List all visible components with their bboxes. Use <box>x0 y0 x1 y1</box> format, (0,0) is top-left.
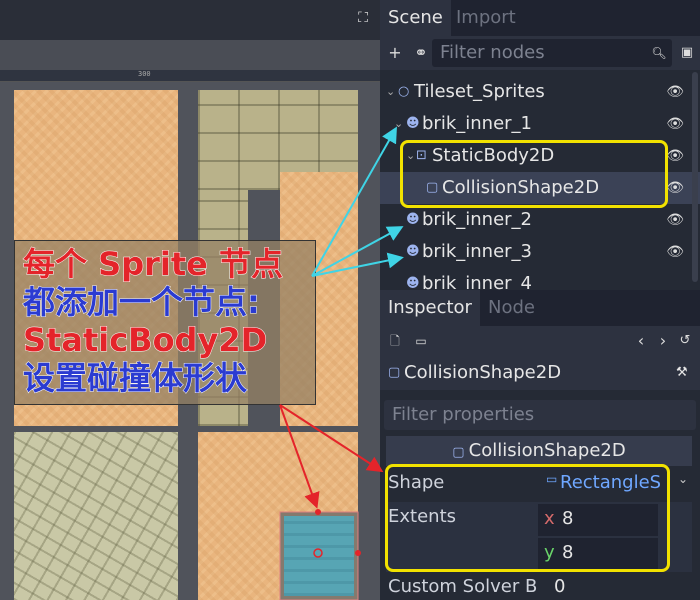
script-icon[interactable]: ▣ <box>676 42 698 64</box>
custom-solver-property: Custom Solver B 0 <box>386 574 692 600</box>
section-title: CollisionShape2D <box>468 440 626 461</box>
highlight-frame-nodes <box>400 140 668 208</box>
inspector-toolbar: 🗋 ▭ ‹ › ↺ <box>380 326 700 356</box>
highlight-frame-props <box>385 464 670 572</box>
horizontal-ruler: 300 <box>0 70 380 82</box>
tab-inspector[interactable]: Inspector <box>380 290 480 326</box>
fullscreen-icon[interactable]: ⛶ <box>355 10 371 26</box>
tree-item-label: brik_inner_4 <box>422 273 532 290</box>
collisionshape-icon: ▢ <box>388 365 401 380</box>
tree-scrollbar[interactable] <box>692 72 698 282</box>
tree-item-brik-inner-4[interactable]: ☻ brik_inner_4 <box>380 268 700 290</box>
annotation-line-1: 每个 Sprite 节点 <box>23 245 284 284</box>
tree-item-brik-inner-2[interactable]: ☻ brik_inner_2 👁︎ <box>380 204 700 236</box>
collisionshape-icon: ▢ <box>452 445 469 460</box>
search-icon: 🔍︎ <box>651 46 667 60</box>
sprite-icon: ☻ <box>406 116 420 131</box>
filter-properties-input[interactable]: Filter properties <box>384 400 696 430</box>
scene-tabs: Scene Import <box>380 0 700 36</box>
visibility-eye-icon[interactable]: 👁︎ <box>666 172 684 204</box>
annotation-line-4: 设置碰撞体形状 <box>22 359 248 398</box>
add-node-icon[interactable]: + <box>384 42 406 64</box>
tab-scene[interactable]: Scene <box>380 0 451 36</box>
viewport-top-bar <box>0 0 380 40</box>
visibility-eye-icon[interactable]: 👁︎ <box>666 236 684 268</box>
annotation-box: 每个 Sprite 节点 都添加一个节点: StaticBody2D 设置碰撞体… <box>14 240 316 405</box>
sprite-icon: ☻ <box>406 244 420 259</box>
tree-item-brik-inner-1[interactable]: ⌄ ☻ brik_inner_1 👁︎ <box>380 108 700 140</box>
tree-item-label: brik_inner_3 <box>422 241 532 262</box>
new-resource-icon[interactable]: 🗋 <box>384 330 406 352</box>
inspector-tabs: Inspector Node <box>380 290 700 326</box>
tree-item-label: Tileset_Sprites <box>414 81 545 102</box>
visibility-eye-icon[interactable]: 👁︎ <box>666 204 684 236</box>
inspector-object-path[interactable]: ▢ CollisionShape2D ⚒ <box>380 356 700 390</box>
visibility-eye-icon[interactable]: 👁︎ <box>666 76 684 108</box>
forward-icon[interactable]: › <box>652 330 674 352</box>
ruler-mark: 300 <box>138 70 151 78</box>
filter-nodes-input[interactable]: Filter nodes <box>432 39 672 67</box>
collapse-icon[interactable]: ⌄ <box>386 76 395 108</box>
tab-import[interactable]: Import <box>448 0 524 36</box>
open-folder-icon[interactable]: ▭ <box>410 330 432 352</box>
section-collisionshape2d[interactable]: ▢ CollisionShape2D <box>386 436 692 466</box>
dropdown-icon[interactable]: ⌄ <box>678 472 688 486</box>
tab-node[interactable]: Node <box>480 290 543 326</box>
node2d-icon: ○ <box>398 84 410 99</box>
water-tile <box>280 512 358 600</box>
annotation-line-3: StaticBody2D <box>22 321 268 360</box>
custom-solver-value[interactable]: 0 <box>554 576 565 597</box>
tree-item-brik-inner-3[interactable]: ☻ brik_inner_3 👁︎ <box>380 236 700 268</box>
pave-tile <box>14 432 178 600</box>
visibility-eye-icon[interactable]: 👁︎ <box>666 140 684 172</box>
scene-toolbar: + ⚭ Filter nodes 🔍︎ ▣ <box>380 36 700 70</box>
custom-solver-label: Custom Solver B <box>388 576 538 597</box>
tree-item-label: brik_inner_2 <box>422 209 532 230</box>
back-icon[interactable]: ‹ <box>630 330 652 352</box>
link-icon[interactable]: ⚭ <box>410 42 432 64</box>
sprite-icon: ☻ <box>406 212 420 227</box>
collapse-icon[interactable]: ⌄ <box>394 108 403 140</box>
tools-icon[interactable]: ⚒ <box>676 356 688 390</box>
history-icon[interactable]: ↺ <box>674 330 696 352</box>
tree-item-label: brik_inner_1 <box>422 113 532 134</box>
sprite-icon: ☻ <box>406 276 420 290</box>
tree-item-tileset[interactable]: ⌄ ○ Tileset_Sprites 👁︎ <box>380 76 700 108</box>
object-name: CollisionShape2D <box>404 362 562 383</box>
visibility-eye-icon[interactable]: 👁︎ <box>666 108 684 140</box>
annotation-line-2: 都添加一个节点: <box>23 283 261 322</box>
